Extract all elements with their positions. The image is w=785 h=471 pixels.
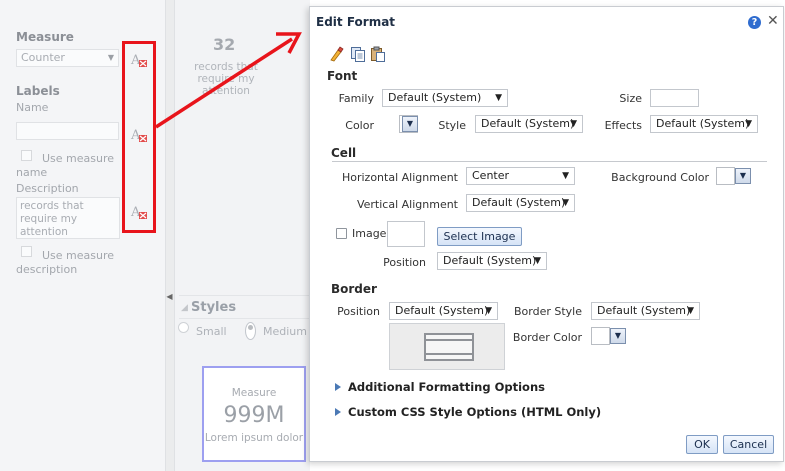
copy-format-icon[interactable] <box>350 46 366 62</box>
measure-select[interactable]: Counter ▼ <box>16 49 119 67</box>
size-medium-label: Medium <box>263 325 307 338</box>
name-label: Name <box>16 101 49 114</box>
chevron-down-icon: ▼ <box>562 198 569 208</box>
border-style-value: Default (System) <box>597 304 691 317</box>
background-color-swatch[interactable] <box>716 167 735 185</box>
horizontal-alignment-value: Center <box>472 169 510 182</box>
border-color-swatch[interactable] <box>591 327 610 345</box>
font-effects-select[interactable]: Default (System) ▼ <box>650 115 758 133</box>
vertical-alignment-label: Vertical Alignment <box>356 198 458 211</box>
description-textarea[interactable]: records that require my attention <box>16 197 120 239</box>
image-position-value: Default (System) <box>443 254 537 267</box>
size-small-radio[interactable] <box>178 322 189 333</box>
border-preview[interactable] <box>389 323 505 370</box>
font-effects-label: Effects <box>604 119 642 132</box>
chevron-down-icon: ▼ <box>687 306 694 316</box>
measure-heading: Measure <box>16 30 74 44</box>
use-measure-name-label: Use measure <box>42 152 115 165</box>
help-icon[interactable]: ? <box>748 16 761 29</box>
tile-count: 32 <box>213 35 236 54</box>
use-measure-name-checkbox[interactable] <box>21 150 32 161</box>
use-measure-description-checkbox[interactable] <box>21 246 32 257</box>
image-position-select[interactable]: Default (System) ▼ <box>437 252 547 270</box>
paste-format-icon[interactable] <box>370 46 386 62</box>
border-preview-cell <box>424 333 474 361</box>
dialog-title: Edit Format <box>316 15 396 29</box>
font-style-select[interactable]: Default (System) ▼ <box>475 115 583 133</box>
border-position-select[interactable]: Default (System) ▼ <box>389 302 498 320</box>
font-style-value: Default (System) <box>481 117 575 130</box>
clear-format-icon[interactable] <box>328 46 344 62</box>
background-color-label: Background Color <box>611 171 709 184</box>
font-family-value: Default (System) <box>388 91 482 104</box>
border-section-heading: Border <box>331 282 377 296</box>
panel-divider <box>165 0 175 471</box>
close-icon[interactable]: ✕ <box>767 13 779 29</box>
font-color-dropdown-icon[interactable]: ▼ <box>402 116 418 132</box>
border-style-label: Border Style <box>513 305 582 318</box>
font-effects-value: Default (System) <box>656 117 750 130</box>
font-color-label: Color <box>345 119 374 132</box>
chevron-down-icon: ▼ <box>495 93 502 103</box>
styles-section-header[interactable]: ◢ Styles <box>179 295 310 319</box>
collapse-panel-icon[interactable]: ◀ <box>165 290 174 304</box>
horizontal-alignment-label: Horizontal Alignment <box>341 171 458 184</box>
chevron-down-icon: ▼ <box>485 306 492 316</box>
vertical-alignment-select[interactable]: Default (System) ▼ <box>466 194 575 212</box>
image-preview <box>387 221 425 247</box>
cell-divider <box>332 161 767 162</box>
additional-formatting-label: Additional Formatting Options <box>348 380 545 394</box>
tile-description: records that require my attention <box>194 61 258 97</box>
ok-button[interactable]: OK <box>686 435 718 454</box>
additional-formatting-options-toggle[interactable]: Additional Formatting Options <box>335 380 545 394</box>
name-input[interactable] <box>16 122 119 140</box>
size-small-label: Small <box>196 325 227 338</box>
cell-section-heading: Cell <box>331 146 357 160</box>
font-style-label: Style <box>438 119 466 132</box>
border-position-label: Position <box>337 305 380 318</box>
background-color-dropdown-icon[interactable]: ▼ <box>735 168 751 184</box>
description-label: Description <box>16 182 79 195</box>
border-color-dropdown-icon[interactable]: ▼ <box>610 328 626 344</box>
edit-format-dialog: Edit Format ? ✕ Font Family Default (Sys… <box>309 6 784 462</box>
preview-description: Lorem ipsum dolor <box>204 432 304 444</box>
select-image-button[interactable]: Select Image <box>437 227 522 246</box>
use-measure-name-label-2: name <box>16 166 48 179</box>
cancel-button[interactable]: Cancel <box>723 435 774 454</box>
chevron-down-icon: ▼ <box>107 53 114 62</box>
tile-style-preview[interactable]: Measure 999M Lorem ipsum dolor <box>202 366 306 462</box>
styles-heading: Styles <box>191 300 237 315</box>
preview-value: 999M <box>223 403 285 428</box>
image-checkbox[interactable] <box>336 228 347 239</box>
custom-css-label: Custom CSS Style Options (HTML Only) <box>348 405 602 419</box>
border-style-select[interactable]: Default (System) ▼ <box>591 302 700 320</box>
font-size-label: Size <box>619 92 642 105</box>
border-position-value: Default (System) <box>395 304 489 317</box>
measure-select-value: Counter <box>21 51 65 64</box>
custom-css-options-toggle[interactable]: Custom CSS Style Options (HTML Only) <box>335 405 601 419</box>
font-family-select[interactable]: Default (System) ▼ <box>382 89 508 107</box>
use-measure-description-label: Use measure <box>42 249 115 262</box>
font-size-input[interactable] <box>650 89 699 107</box>
vertical-alignment-value: Default (System) <box>472 196 566 209</box>
chevron-down-icon: ▼ <box>745 119 752 129</box>
grip-icon: ◢ <box>181 303 188 313</box>
use-measure-description-label-2: description <box>16 263 78 276</box>
chevron-down-icon: ▼ <box>570 119 577 129</box>
chevron-down-icon: ▼ <box>562 171 569 181</box>
annotation-highlight-box <box>122 41 156 233</box>
expand-arrow-icon <box>335 408 341 416</box>
horizontal-alignment-select[interactable]: Center ▼ <box>466 167 575 185</box>
image-label: Image <box>352 227 387 240</box>
size-medium-radio[interactable] <box>245 322 256 340</box>
image-position-label: Position <box>383 256 426 269</box>
labels-heading: Labels <box>16 84 60 98</box>
border-color-label: Border Color <box>512 331 582 344</box>
expand-arrow-icon <box>335 383 341 391</box>
font-family-label: Family <box>338 92 374 105</box>
font-section-heading: Font <box>327 69 358 83</box>
chevron-down-icon: ▼ <box>534 256 541 266</box>
preview-measure-label: Measure <box>231 387 277 399</box>
